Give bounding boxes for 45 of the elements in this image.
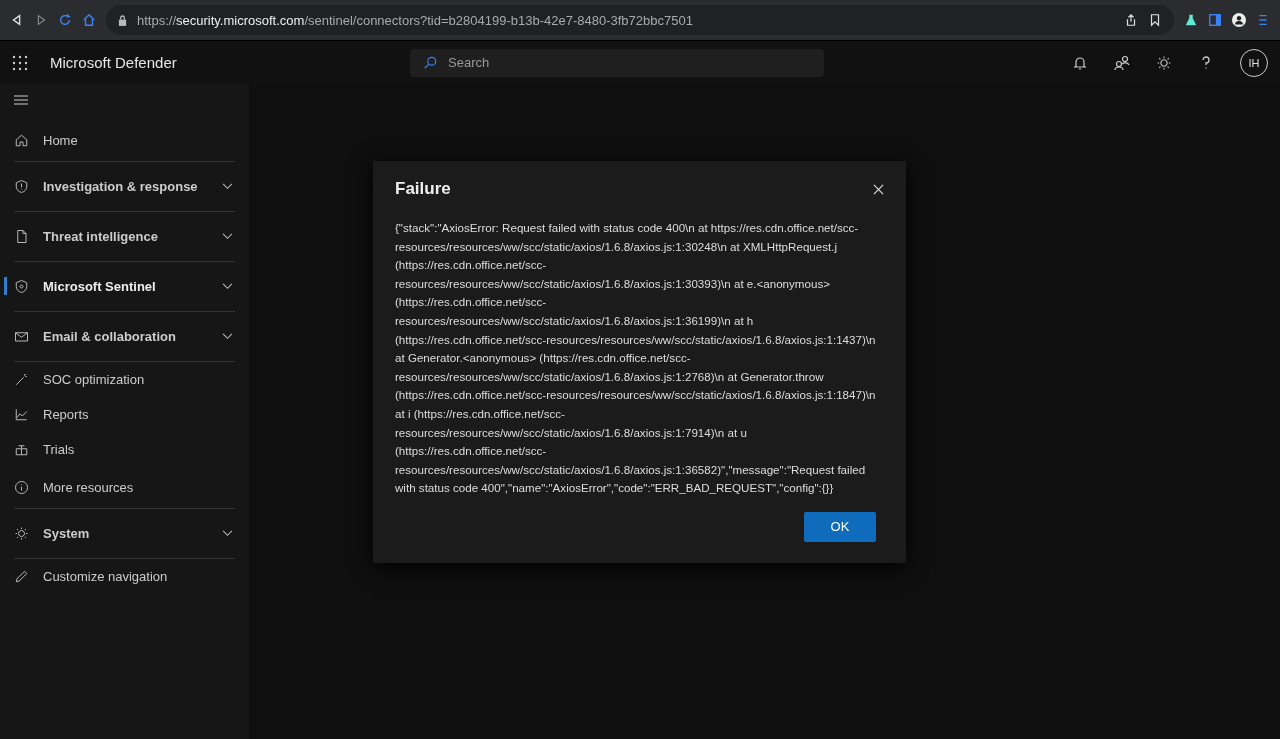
shield-icon [14, 279, 29, 294]
nav-item[interactable]: Investigation & response [14, 162, 235, 212]
nav-item[interactable]: Reports [0, 397, 235, 432]
profile-icon[interactable] [1232, 13, 1246, 27]
lock-icon [118, 14, 127, 26]
error-message: {"stack":"AxiosError: Request failed with status code 400\n at https://res.cdn.office.net/scc-resources/resources/ww/scc/static/axios/1.6.8/axios.js:1:30248\n at XMLHttpRequest.j (https://res.cdn.office.net/scc-resources/resources/ww/scc/static/axios/1.6.8/axios.js:1:30393)\n at e.<anonymous> (https://res.cdn.office.net/scc-resources/resources/ww/scc/static/axios/1.6.8/axios.js:1:36199)\n at h (https://res.cdn.office.net/scc-resources/resources/ww/scc/static/axios/1.6.8/axios.js:1:1437)\n at Generator.<anonymous> (https://res.cdn.office.net/scc-resources/resources/ww/scc/static/axios/1.6.8/axios.js:1:2768)\n at Generator.throw (https://res.cdn.office.net/scc-resources/resources/ww/scc/static/axios/1.6.8/axios.js:1:1847)\n at i (https://res.cdn.office.net/scc-resources/resources/ww/scc/static/axios/1.6.8/axios.js:1:7914)\n at u (https://res.cdn.office.net/scc-resources/resources/ww/scc/static/axios/1.6.8/axios.js:1:36582)","message":"Request failed with status code 400","name":"AxiosError","code":"ERR_BAD_REQUEST","config":{}} [395, 220, 877, 497]
close-icon[interactable] [873, 183, 884, 195]
info-icon [14, 480, 29, 495]
search-icon [423, 55, 437, 70]
nav-item[interactable]: More resources [14, 467, 235, 509]
people-icon[interactable] [1114, 54, 1130, 71]
chevron-down-icon [222, 530, 233, 537]
nav-item[interactable]: Home [14, 120, 235, 162]
chevron-down-icon [222, 183, 233, 190]
bookmark-icon[interactable] [1148, 13, 1162, 27]
wand-icon [14, 372, 29, 387]
nav-item[interactable]: System [14, 509, 235, 559]
chart-icon [14, 407, 29, 422]
sidebar-icon[interactable] [1208, 13, 1222, 27]
nav-item[interactable]: Email & collaboration [14, 312, 235, 362]
document-icon [14, 229, 29, 244]
shield-icon [14, 179, 29, 194]
pencil-icon [14, 569, 29, 584]
app-launcher-icon[interactable] [12, 54, 28, 71]
hamburger-menu-icon[interactable] [13, 94, 29, 106]
home-icon[interactable] [82, 13, 96, 27]
url-text: https://security.microsoft.com/sentinel/connectors?tid=b2804199-b13b-42e7-8480-3fb72bbc7501 [137, 12, 693, 28]
bell-icon[interactable] [1072, 54, 1088, 71]
chevron-down-icon [222, 233, 233, 240]
nav-item[interactable]: SOC optimization [0, 362, 235, 397]
nav-item[interactable]: Customize navigation [0, 559, 235, 594]
chevron-down-icon [222, 283, 233, 290]
chevron-down-icon [222, 333, 233, 340]
dialog-title: Failure [395, 179, 451, 199]
share-icon[interactable] [1124, 13, 1138, 27]
search-field[interactable]: Search [410, 48, 824, 77]
nav-item[interactable]: Threat intelligence [14, 212, 235, 262]
address-bar[interactable]: https://security.microsoft.com/sentinel/connectors?tid=b2804199-b13b-42e7-8480-3fb72bbc7501 [106, 5, 1174, 35]
app-title: Microsoft Defender [50, 54, 178, 71]
mail-icon [14, 329, 29, 344]
nav-item[interactable]: Trials [0, 432, 235, 467]
home-icon [14, 133, 29, 148]
ok-button[interactable]: OK [804, 511, 876, 542]
reload-icon[interactable] [58, 13, 72, 27]
flask-icon[interactable] [1184, 13, 1198, 27]
